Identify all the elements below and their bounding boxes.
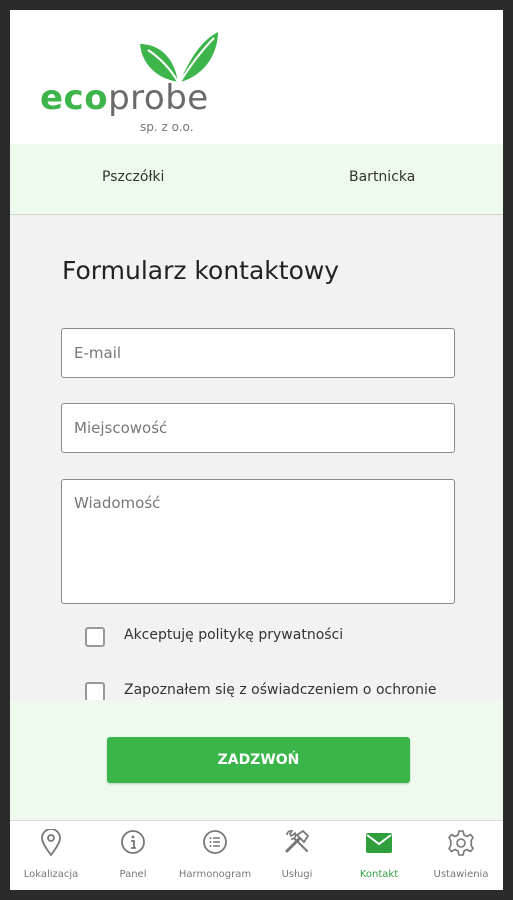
location-pin-icon [41,829,61,857]
message-field[interactable] [61,479,455,604]
call-button[interactable]: ZADZWOŃ [107,737,410,783]
tab-label: Kontakt [359,869,399,880]
privacy-policy-label: Akceptuję politykę prywatności [124,627,344,643]
tab-harmonogram[interactable]: Harmonogram [174,821,256,890]
tools-icon [285,829,310,853]
tab-lokalizacja[interactable]: Lokalizacja [10,821,92,890]
ecoprobe-logo: ecoprobe sp. z o.o. [40,32,230,137]
city-field[interactable] [61,403,455,453]
data-protection-label: Zapoznałem się z oświadczeniem o ochroni… [124,682,437,698]
data-protection-checkbox[interactable] [85,682,105,702]
tab-label: Usługi [281,869,313,880]
brand-name-eco: eco [40,78,109,118]
location-bar: Pszczółki Bartnicka [10,144,503,215]
email-field[interactable] [61,328,455,378]
data-protection-checkbox-row[interactable]: Zapoznałem się z oświadczeniem o ochroni… [85,682,436,702]
bottom-tab-bar: Lokalizacja Panel Harmonogram Usługi Kon… [10,820,503,890]
privacy-policy-checkbox-row[interactable]: Akceptuję politykę prywatności [85,627,343,647]
app-screen: ecoprobe sp. z o.o. Pszczółki Bartnicka … [10,10,503,890]
info-icon [121,830,145,854]
brand-subtitle: sp. z o.o. [140,120,194,134]
envelope-icon [366,833,392,853]
location-pszczolki[interactable]: Pszczółki [102,169,164,185]
privacy-policy-checkbox[interactable] [85,627,105,647]
brand-name: ecoprobe [40,78,209,118]
app-header: ecoprobe sp. z o.o. [10,10,503,145]
tab-label: Panel [119,869,147,880]
brand-name-probe: probe [108,78,209,118]
gear-icon [448,830,474,856]
list-icon [203,830,227,854]
tab-uslugi[interactable]: Usługi [256,821,338,890]
form-title: Formularz kontaktowy [62,256,340,285]
location-bartnicka[interactable]: Bartnicka [349,169,415,185]
tab-label: Harmonogram [178,869,252,880]
tab-label: Ustawienia [433,869,489,880]
tab-label: Lokalizacja [23,869,79,880]
leaf-icon [140,32,218,83]
tab-ustawienia[interactable]: Ustawienia [420,821,502,890]
tab-panel[interactable]: Panel [92,821,174,890]
tab-kontakt[interactable]: Kontakt [338,821,420,890]
